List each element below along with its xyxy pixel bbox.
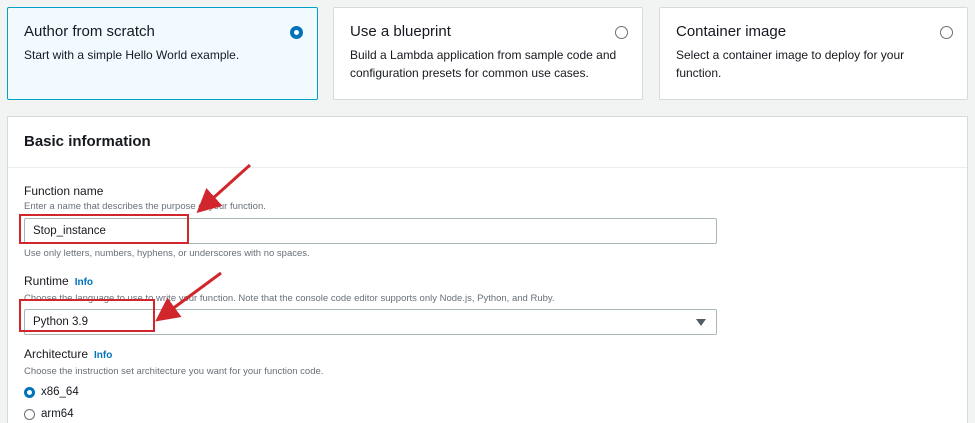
card-title: Author from scratch [24, 23, 155, 40]
card-description: Select a container image to deploy for y… [676, 48, 905, 80]
function-name-hint: Enter a name that describes the purpose … [24, 201, 266, 212]
radio-x86-64[interactable] [24, 386, 35, 398]
runtime-info-link[interactable]: Info [75, 277, 93, 288]
caret-down-icon [696, 319, 706, 326]
radio-use-blueprint[interactable] [615, 26, 628, 39]
card-title: Use a blueprint [350, 23, 451, 40]
annotation-box-function-name [19, 214, 189, 244]
creation-option-cards: Author from scratch Start with a simple … [7, 7, 968, 100]
option-label: x86_64 [41, 386, 79, 398]
card-title: Container image [676, 23, 787, 40]
function-name-constraint: Use only letters, numbers, hyphens, or u… [24, 248, 310, 259]
annotation-box-runtime [19, 299, 155, 332]
radio-arm64[interactable] [24, 408, 35, 420]
architecture-label: Architecture [24, 347, 89, 361]
card-description: Start with a simple Hello World example. [24, 48, 240, 62]
architecture-field: Architecture Info Choose the instruction … [24, 347, 323, 421]
architecture-info-link[interactable]: Info [94, 350, 112, 361]
card-use-blueprint[interactable]: Use a blueprint Build a Lambda applicati… [333, 7, 643, 100]
architecture-label-row: Architecture Info [24, 347, 323, 363]
radio-author-from-scratch[interactable] [290, 26, 303, 39]
basic-information-panel: Basic information Function name Enter a … [7, 116, 968, 423]
architecture-option-arm64[interactable]: arm64 [24, 407, 323, 421]
option-label: arm64 [41, 408, 74, 420]
function-name-label: Function name [24, 184, 104, 198]
card-description: Build a Lambda application from sample c… [350, 48, 617, 80]
runtime-label: Runtime [24, 274, 69, 288]
runtime-label-row: Runtime Info [24, 274, 717, 290]
panel-title: Basic information [8, 117, 967, 168]
card-author-from-scratch[interactable]: Author from scratch Start with a simple … [7, 7, 318, 100]
radio-container-image[interactable] [940, 26, 953, 39]
architecture-hint: Choose the instruction set architecture … [24, 366, 324, 377]
card-container-image[interactable]: Container image Select a container image… [659, 7, 968, 100]
architecture-option-x86[interactable]: x86_64 [24, 385, 323, 399]
